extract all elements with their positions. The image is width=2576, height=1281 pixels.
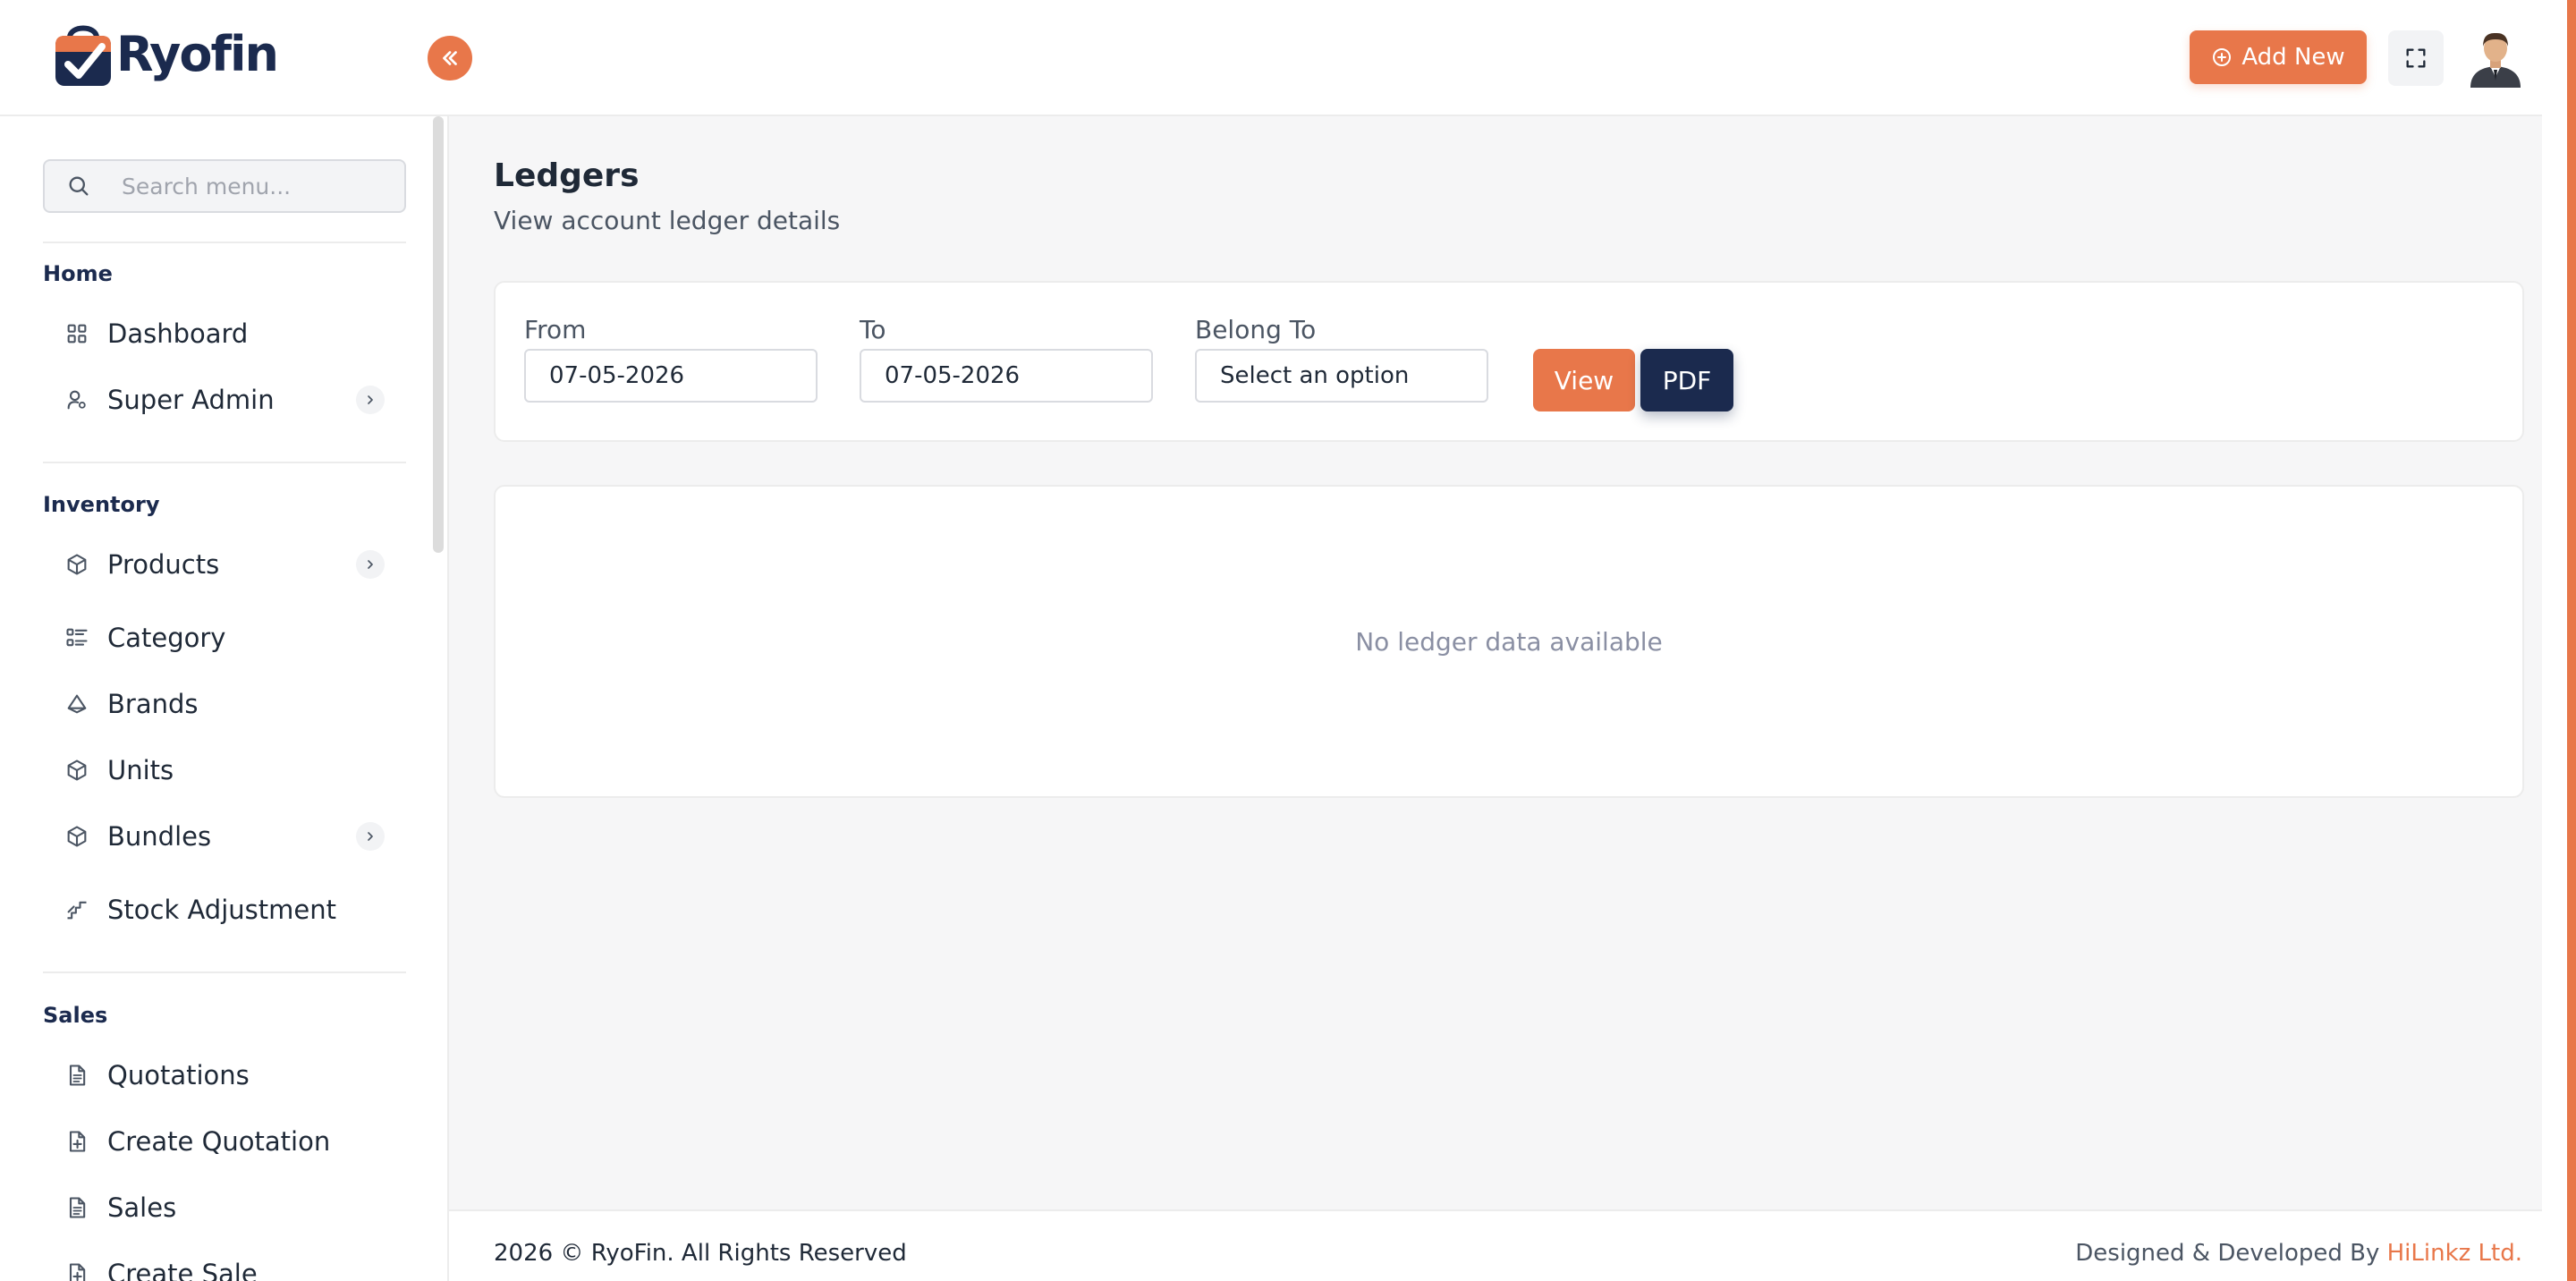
belong-to-label: Belong To <box>1195 315 1317 344</box>
footer: 2026 © RyoFin. All Rights Reserved Desig… <box>449 1209 2542 1281</box>
footer-designer-link[interactable]: HiLinkz Ltd. <box>2387 1240 2522 1267</box>
sidebar-item-label: Create Quotation <box>107 1126 331 1157</box>
sidebar-search[interactable] <box>43 159 406 213</box>
belong-to-select[interactable]: Select an option <box>1195 349 1488 403</box>
sidebar-item-label: Create Sale <box>107 1259 258 1281</box>
box-icon <box>67 759 87 781</box>
sidebar-item-label: Bundles <box>107 821 212 852</box>
sidebar-item-label: Super Admin <box>107 385 275 415</box>
sidebar-item-stock-adjustment[interactable]: Stock Adjustment <box>43 885 406 935</box>
sidebar-item-super-admin[interactable]: Super Admin <box>43 375 406 425</box>
sidebar: Home Dashboard Super Admin Inventory Pro… <box>0 116 449 1281</box>
sidebar-item-label: Category <box>107 623 226 653</box>
plus-circle-icon <box>2213 48 2232 66</box>
list-icon <box>66 628 88 647</box>
sidebar-divider <box>43 971 406 973</box>
sidebar-scrollbar[interactable] <box>433 116 444 553</box>
to-label: To <box>860 315 886 344</box>
sidebar-item-label: Quotations <box>107 1060 250 1090</box>
page-title: Ledgers <box>494 157 640 194</box>
user-avatar[interactable] <box>2465 27 2526 88</box>
sidebar-item-units[interactable]: Units <box>43 745 406 795</box>
sidebar-item-products[interactable]: Products <box>43 539 406 590</box>
chevron-right-icon[interactable] <box>356 822 385 851</box>
section-title-inventory: Inventory <box>43 492 160 517</box>
app-logo[interactable]: Ryofin <box>52 16 279 91</box>
sidebar-item-quotations[interactable]: Quotations <box>43 1050 406 1100</box>
fullscreen-button[interactable] <box>2388 30 2444 86</box>
sidebar-item-create-sale[interactable]: Create Sale <box>43 1249 406 1281</box>
double-chevron-left-icon <box>443 51 457 65</box>
chevron-right-icon[interactable] <box>356 386 385 414</box>
grid-icon <box>67 324 87 344</box>
box-icon <box>67 826 87 847</box>
logo-text: Ryofin <box>116 25 279 82</box>
document-icon <box>69 1065 86 1086</box>
page-scrollbar-track[interactable] <box>2542 0 2567 1281</box>
stairs-icon <box>67 901 87 920</box>
top-header: Ryofin Add New <box>0 0 2542 116</box>
footer-copyright: 2026 © RyoFin. All Rights Reserved <box>494 1240 907 1267</box>
pdf-button[interactable]: PDF <box>1640 349 1733 411</box>
sidebar-item-label: Dashboard <box>107 318 249 349</box>
search-icon <box>69 176 89 196</box>
search-menu-input[interactable] <box>122 173 390 199</box>
sidebar-item-category[interactable]: Category <box>43 613 406 663</box>
box-icon <box>67 554 87 575</box>
ledger-filter-card: From 07-05-2026 To 07-05-2026 Belong To … <box>494 281 2524 442</box>
from-label: From <box>524 315 587 344</box>
sidebar-item-bundles[interactable]: Bundles <box>43 811 406 861</box>
sidebar-collapse-button[interactable] <box>428 36 472 81</box>
sidebar-item-label: Products <box>107 549 220 580</box>
sidebar-divider <box>43 462 406 463</box>
footer-credits: Designed & Developed By HiLinkz Ltd. <box>2075 1240 2522 1267</box>
page-subtitle: View account ledger details <box>494 206 841 235</box>
add-new-label: Add New <box>2241 44 2345 71</box>
chevron-right-icon[interactable] <box>356 550 385 579</box>
sidebar-item-label: Brands <box>107 689 199 719</box>
ledger-data-card: No ledger data available <box>494 485 2524 798</box>
document-icon <box>69 1197 86 1218</box>
from-date-input[interactable]: 07-05-2026 <box>524 349 818 403</box>
sidebar-item-brands[interactable]: Brands <box>43 679 406 729</box>
sidebar-item-create-quotation[interactable]: Create Quotation <box>43 1116 406 1166</box>
sidebar-item-sales[interactable]: Sales <box>43 1183 406 1233</box>
footer-designed-by: Designed & Developed By <box>2075 1240 2387 1267</box>
section-title-sales: Sales <box>43 1003 108 1028</box>
section-title-home: Home <box>43 261 113 286</box>
to-date-input[interactable]: 07-05-2026 <box>860 349 1153 403</box>
document-add-icon <box>69 1263 86 1281</box>
sidebar-divider <box>43 242 406 243</box>
sidebar-item-label: Units <box>107 755 174 785</box>
user-settings-icon <box>67 390 86 410</box>
view-button[interactable]: View <box>1533 349 1635 411</box>
sidebar-item-dashboard[interactable]: Dashboard <box>43 309 406 359</box>
fullscreen-icon <box>2406 48 2426 68</box>
sidebar-item-label: Sales <box>107 1192 177 1223</box>
logo-bag-icon <box>55 25 111 86</box>
empty-state-message: No ledger data available <box>1355 626 1663 657</box>
sidebar-item-label: Stock Adjustment <box>107 895 336 925</box>
brand-icon <box>67 694 87 714</box>
right-accent-bar <box>2567 0 2576 1281</box>
add-new-button[interactable]: Add New <box>2190 30 2367 84</box>
document-add-icon <box>69 1131 86 1152</box>
